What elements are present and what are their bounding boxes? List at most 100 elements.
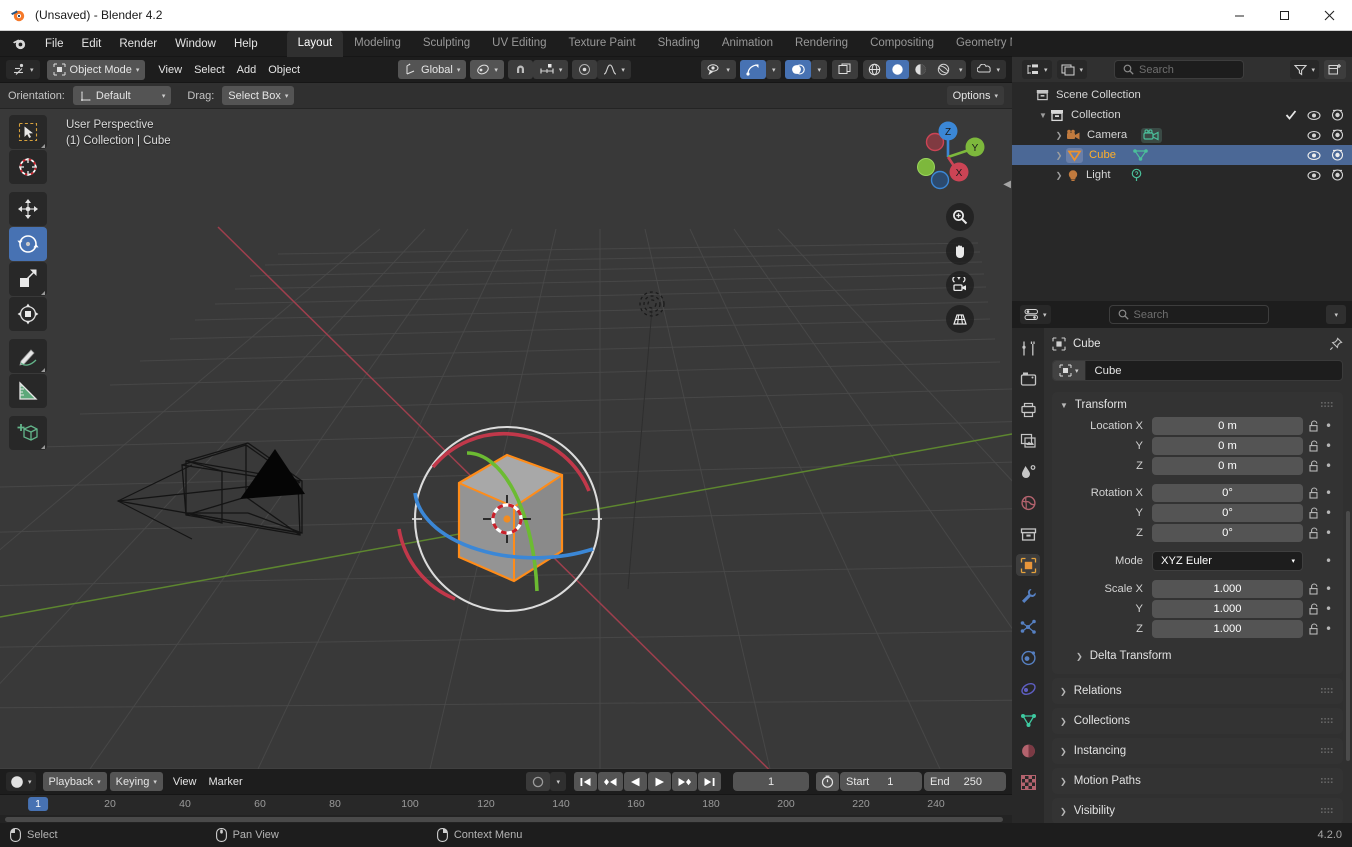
animate-location-z-icon[interactable]: • [1322,460,1335,472]
object-name-value[interactable]: Cube [1086,365,1122,377]
panel-grip-icon[interactable] [1321,687,1335,696]
editor-type-button[interactable]: ▾ [6,60,40,79]
camera-data-icon[interactable] [1141,127,1163,143]
animate-scale-y-icon[interactable]: • [1322,603,1335,615]
location-z-value[interactable]: 0 m [1152,456,1303,475]
jump-to-start-button[interactable] [574,772,597,791]
panel-grip-icon[interactable] [1321,807,1335,816]
navigation-gizmo[interactable]: Z Y X [906,115,990,199]
play-reverse-button[interactable] [624,772,647,791]
auto-keying-toggle[interactable] [526,772,551,791]
zoom-view-icon[interactable] [946,203,974,231]
workspace-tab-sculpting[interactable]: Sculpting [412,31,481,57]
workspace-tab-modeling[interactable]: Modeling [343,31,412,57]
scale-z-value[interactable]: 1.000 [1152,619,1303,638]
properties-scrollbar[interactable] [1346,511,1350,761]
visibility-panel[interactable]: ❯ Visibility [1052,798,1343,823]
selected-cube-with-rotate-gizmo[interactable] [307,341,707,701]
lock-location-x-icon[interactable] [1307,420,1322,432]
world-tab[interactable] [1016,492,1040,514]
panel-grip-icon[interactable] [1321,747,1335,756]
cube-eye-icon[interactable] [1307,150,1321,161]
rotate-tool-button[interactable] [9,227,47,261]
collection-checkbox[interactable] [1285,109,1297,121]
viewport-canvas[interactable]: User Perspective (1) Collection | Cube Z… [0,109,1012,769]
cube-render-visibility-icon[interactable] [1331,149,1344,161]
snap-target-button[interactable]: ▾ [532,60,569,79]
instancing-panel-header[interactable]: ❯ Instancing [1060,740,1335,762]
start-frame-field[interactable]: Start 1 [840,772,922,791]
camera-eye-icon[interactable] [1307,130,1321,141]
transform-orientation-dropdown[interactable]: Global ▾ [398,60,467,79]
close-button[interactable] [1307,0,1352,31]
rotation-y-value[interactable]: 0° [1152,503,1303,522]
menu-help[interactable]: Help [225,35,267,53]
workspace-tab-rendering[interactable]: Rendering [784,31,859,57]
jump-to-end-button[interactable] [698,772,721,791]
delta-transform-panel-header[interactable]: ❯ Delta Transform [1060,645,1335,667]
outliner-row-collection[interactable]: ▼ Collection [1012,105,1352,125]
timeline-menu-marker[interactable]: Marker [202,772,248,791]
cursor-tool-button[interactable] [9,150,47,184]
shading-solid-button[interactable] [885,60,909,79]
add-cube-tool-button[interactable] [9,416,47,450]
properties-options-dropdown[interactable]: ▾ [1326,305,1346,324]
visibility-dropdown[interactable]: ▾ [701,60,736,79]
keying-dropdown[interactable]: Keying ▾ [109,772,163,791]
render-tab[interactable] [1016,368,1040,390]
lock-scale-z-icon[interactable] [1307,623,1322,635]
scale-tool-button[interactable] [9,262,47,296]
location-x-value[interactable]: 0 m [1152,416,1303,435]
animate-rotation-y-icon[interactable]: • [1322,507,1335,519]
panel-grip-icon[interactable] [1321,777,1335,786]
lock-location-z-icon[interactable] [1307,460,1322,472]
collections-panel[interactable]: ❯ Collections [1052,708,1343,734]
collection-camera-icon[interactable] [1331,109,1344,121]
lock-scale-x-icon[interactable] [1307,583,1322,595]
cube-disclosure-icon[interactable]: ❯ [1052,151,1066,160]
object-name-field[interactable]: ▾ Cube [1052,360,1343,381]
outliner-row-light[interactable]: ❯ Light [1012,165,1352,185]
object-icon[interactable]: ▾ [1053,361,1086,380]
workspace-tab-texture-paint[interactable]: Texture Paint [558,31,647,57]
viewport-menu-view[interactable]: View [152,60,188,79]
viewport-menu-object[interactable]: Object [262,60,306,79]
toggle-perspective-icon[interactable] [946,305,974,333]
camera-disclosure-icon[interactable]: ❯ [1052,131,1066,140]
outliner-search-input[interactable]: Search [1114,60,1245,79]
scale-x-value[interactable]: 1.000 [1152,579,1303,598]
gizmo-toggle-button[interactable] [739,60,766,79]
outliner-editor-type-button[interactable]: ▾ [1022,60,1052,79]
collections-panel-header[interactable]: ❯ Collections [1060,710,1335,732]
auto-keying-options-dropdown[interactable]: ▾ [550,772,566,791]
lock-rotation-y-icon[interactable] [1307,507,1322,519]
snap-magnet-button[interactable] [507,60,533,79]
viewport-menu-select[interactable]: Select [188,60,231,79]
jump-to-next-keyframe-button[interactable] [672,772,697,791]
shading-rendered-button[interactable] [932,60,955,79]
breadcrumb-object-label[interactable]: Cube [1073,338,1101,350]
pin-id-icon[interactable] [1329,337,1343,351]
timeline-menu-view[interactable]: View [167,772,203,791]
viewport-shading-popover[interactable]: ▾ [971,60,1006,79]
view-layer-tab[interactable] [1016,430,1040,452]
viewport-menu-add[interactable]: Add [231,60,263,79]
current-frame-field[interactable]: 1 [733,772,809,791]
workspace-tab-layout[interactable]: Layout [286,30,344,57]
rotation-x-value[interactable]: 0° [1152,483,1303,502]
workspace-tab-shading[interactable]: Shading [647,31,711,57]
menu-edit[interactable]: Edit [73,35,111,53]
timeline-ruler[interactable]: 20 40 60 80 100 120 140 160 180 200 220 … [0,795,1012,815]
end-frame-field[interactable]: End 250 [924,772,1006,791]
output-tab[interactable] [1016,399,1040,421]
lock-scale-y-icon[interactable] [1307,603,1322,615]
blender-menu-icon[interactable] [12,36,27,51]
outliner-row-camera[interactable]: ❯ Camera [1012,125,1352,145]
transform-tool-button[interactable] [9,297,47,331]
playback-dropdown[interactable]: Playback ▾ [42,772,107,791]
maximize-button[interactable] [1262,0,1307,31]
visibility-panel-header[interactable]: ❯ Visibility [1060,800,1335,822]
workspace-tab-uv-editing[interactable]: UV Editing [481,31,557,57]
workspace-tab-animation[interactable]: Animation [711,31,784,57]
lock-rotation-x-icon[interactable] [1307,487,1322,499]
